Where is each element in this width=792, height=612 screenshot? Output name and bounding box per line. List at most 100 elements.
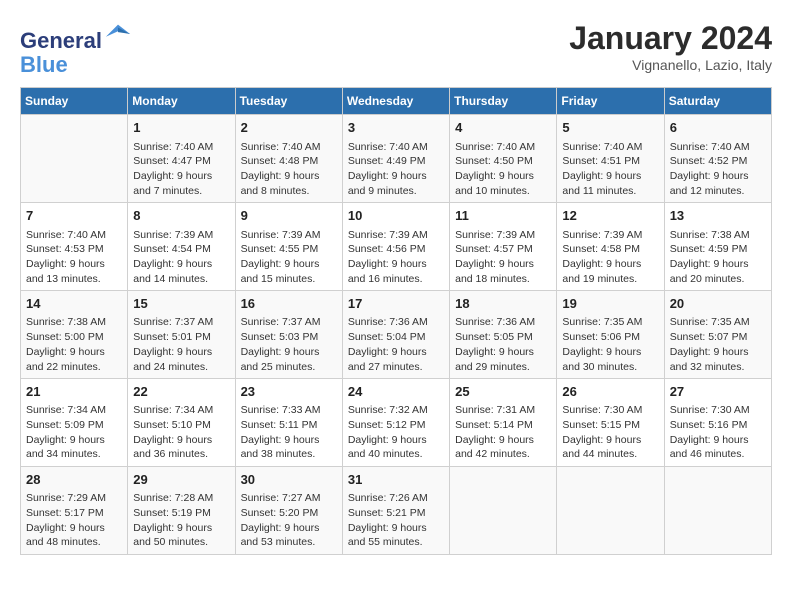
cell-content: Sunrise: 7:39 AMSunset: 4:57 PMDaylight:… (455, 228, 551, 287)
day-number: 26 (562, 383, 658, 401)
day-number: 16 (241, 295, 337, 313)
calendar-cell: 28Sunrise: 7:29 AMSunset: 5:17 PMDayligh… (21, 467, 128, 555)
location: Vignanello, Lazio, Italy (569, 57, 772, 73)
calendar-cell: 18 Sunrise: 7:36 AMSunset: 5:05 PMDayligh… (450, 291, 557, 379)
cell-content: Sunrise: 7:28 AMSunset: 5:19 PMDaylight:… (133, 491, 229, 550)
cell-content: Sunrise: 7:39 AMSunset: 4:55 PMDaylight:… (241, 228, 337, 287)
cell-content: Sunrise: 7:38 AMSunset: 5:00 PMDaylight:… (26, 315, 122, 374)
cell-content: Sunrise: 7:31 AMSunset: 5:14 PMDaylight:… (455, 403, 551, 462)
day-number: 10 (348, 207, 444, 225)
calendar-cell: 22Sunrise: 7:34 AMSunset: 5:10 PMDayligh… (128, 379, 235, 467)
cell-content: Sunrise: 7:37 AMSunset: 5:03 PMDaylight:… (241, 315, 337, 374)
calendar-body: 1Sunrise: 7:40 AMSunset: 4:47 PMDaylight… (21, 115, 772, 555)
cell-content: Sunrise: 7:40 AMSunset: 4:53 PMDaylight:… (26, 228, 122, 287)
page-header: General Blue January 2024 Vignanello, La… (20, 20, 772, 77)
day-number: 22 (133, 383, 229, 401)
day-number: 13 (670, 207, 766, 225)
weekday-header: Sunday (21, 88, 128, 115)
weekday-header: Saturday (664, 88, 771, 115)
cell-content: Sunrise: 7:26 AMSunset: 5:21 PMDaylight:… (348, 491, 444, 550)
cell-content: Sunrise: 7:40 AMSunset: 4:47 PMDaylight:… (133, 140, 229, 199)
calendar-cell: 21 Sunrise: 7:34 AMSunset: 5:09 PMDayligh… (21, 379, 128, 467)
calendar-cell: 13 Sunrise: 7:38 AMSunset: 4:59 PMDayligh… (664, 203, 771, 291)
calendar-week-row: 14 Sunrise: 7:38 AMSunset: 5:00 PMDayligh… (21, 291, 772, 379)
day-number: 17 (348, 295, 444, 313)
weekday-header: Tuesday (235, 88, 342, 115)
cell-content: Sunrise: 7:40 AMSunset: 4:50 PMDaylight:… (455, 140, 551, 199)
calendar-cell: 19Sunrise: 7:35 AMSunset: 5:06 PMDayligh… (557, 291, 664, 379)
logo-text: General (20, 20, 132, 53)
title-block: January 2024 Vignanello, Lazio, Italy (569, 20, 772, 73)
cell-content: Sunrise: 7:39 AMSunset: 4:54 PMDaylight:… (133, 228, 229, 287)
cell-content: Sunrise: 7:39 AMSunset: 4:56 PMDaylight:… (348, 228, 444, 287)
calendar-week-row: 21 Sunrise: 7:34 AMSunset: 5:09 PMDayligh… (21, 379, 772, 467)
calendar-cell: 29 Sunrise: 7:28 AMSunset: 5:19 PMDayligh… (128, 467, 235, 555)
cell-content: Sunrise: 7:29 AMSunset: 5:17 PMDaylight:… (26, 491, 122, 550)
calendar-cell: 4 Sunrise: 7:40 AMSunset: 4:50 PMDaylight… (450, 115, 557, 203)
day-number: 29 (133, 471, 229, 489)
calendar-table: SundayMondayTuesdayWednesdayThursdayFrid… (20, 87, 772, 555)
logo: General Blue (20, 20, 132, 77)
calendar-cell (557, 467, 664, 555)
calendar-header-row: SundayMondayTuesdayWednesdayThursdayFrid… (21, 88, 772, 115)
calendar-cell (21, 115, 128, 203)
calendar-cell: 1Sunrise: 7:40 AMSunset: 4:47 PMDaylight… (128, 115, 235, 203)
day-number: 5 (562, 119, 658, 137)
month-title: January 2024 (569, 20, 772, 57)
day-number: 21 (26, 383, 122, 401)
calendar-cell: 26 Sunrise: 7:30 AMSunset: 5:15 PMDayligh… (557, 379, 664, 467)
day-number: 24 (348, 383, 444, 401)
calendar-cell: 23Sunrise: 7:33 AMSunset: 5:11 PMDayligh… (235, 379, 342, 467)
logo-bird-icon (104, 20, 132, 48)
calendar-cell: 2Sunrise: 7:40 AMSunset: 4:48 PMDaylight… (235, 115, 342, 203)
day-number: 9 (241, 207, 337, 225)
calendar-cell (664, 467, 771, 555)
day-number: 14 (26, 295, 122, 313)
cell-content: Sunrise: 7:39 AMSunset: 4:58 PMDaylight:… (562, 228, 658, 287)
cell-content: Sunrise: 7:40 AMSunset: 4:51 PMDaylight:… (562, 140, 658, 199)
calendar-cell: 10 Sunrise: 7:39 AMSunset: 4:56 PMDayligh… (342, 203, 449, 291)
cell-content: Sunrise: 7:34 AMSunset: 5:09 PMDaylight:… (26, 403, 122, 462)
cell-content: Sunrise: 7:30 AMSunset: 5:15 PMDaylight:… (562, 403, 658, 462)
day-number: 11 (455, 207, 551, 225)
cell-content: Sunrise: 7:36 AMSunset: 5:04 PMDaylight:… (348, 315, 444, 374)
calendar-cell: 17 Sunrise: 7:36 AMSunset: 5:04 PMDayligh… (342, 291, 449, 379)
cell-content: Sunrise: 7:36 AMSunset: 5:05 PMDaylight:… (455, 315, 551, 374)
calendar-cell: 3 Sunrise: 7:40 AMSunset: 4:49 PMDaylight… (342, 115, 449, 203)
day-number: 30 (241, 471, 337, 489)
calendar-week-row: 1Sunrise: 7:40 AMSunset: 4:47 PMDaylight… (21, 115, 772, 203)
calendar-cell: 27 Sunrise: 7:30 AMSunset: 5:16 PMDayligh… (664, 379, 771, 467)
cell-content: Sunrise: 7:35 AMSunset: 5:07 PMDaylight:… (670, 315, 766, 374)
day-number: 15 (133, 295, 229, 313)
day-number: 3 (348, 119, 444, 137)
calendar-cell: 14 Sunrise: 7:38 AMSunset: 5:00 PMDayligh… (21, 291, 128, 379)
day-number: 12 (562, 207, 658, 225)
day-number: 27 (670, 383, 766, 401)
calendar-cell: 8 Sunrise: 7:39 AMSunset: 4:54 PMDaylight… (128, 203, 235, 291)
calendar-week-row: 7 Sunrise: 7:40 AMSunset: 4:53 PMDaylight… (21, 203, 772, 291)
day-number: 31 (348, 471, 444, 489)
weekday-header: Monday (128, 88, 235, 115)
cell-content: Sunrise: 7:40 AMSunset: 4:48 PMDaylight:… (241, 140, 337, 199)
day-number: 25 (455, 383, 551, 401)
day-number: 20 (670, 295, 766, 313)
day-number: 7 (26, 207, 122, 225)
cell-content: Sunrise: 7:40 AMSunset: 4:49 PMDaylight:… (348, 140, 444, 199)
calendar-cell: 11 Sunrise: 7:39 AMSunset: 4:57 PMDayligh… (450, 203, 557, 291)
day-number: 8 (133, 207, 229, 225)
calendar-cell: 24Sunrise: 7:32 AMSunset: 5:12 PMDayligh… (342, 379, 449, 467)
calendar-cell: 7 Sunrise: 7:40 AMSunset: 4:53 PMDaylight… (21, 203, 128, 291)
cell-content: Sunrise: 7:30 AMSunset: 5:16 PMDaylight:… (670, 403, 766, 462)
cell-content: Sunrise: 7:38 AMSunset: 4:59 PMDaylight:… (670, 228, 766, 287)
calendar-cell: 6Sunrise: 7:40 AMSunset: 4:52 PMDaylight… (664, 115, 771, 203)
calendar-cell: 9 Sunrise: 7:39 AMSunset: 4:55 PMDaylight… (235, 203, 342, 291)
weekday-header: Thursday (450, 88, 557, 115)
day-number: 6 (670, 119, 766, 137)
day-number: 18 (455, 295, 551, 313)
day-number: 4 (455, 119, 551, 137)
calendar-week-row: 28Sunrise: 7:29 AMSunset: 5:17 PMDayligh… (21, 467, 772, 555)
weekday-header: Friday (557, 88, 664, 115)
day-number: 19 (562, 295, 658, 313)
logo-blue: Blue (20, 53, 132, 77)
calendar-cell: 30Sunrise: 7:27 AMSunset: 5:20 PMDayligh… (235, 467, 342, 555)
